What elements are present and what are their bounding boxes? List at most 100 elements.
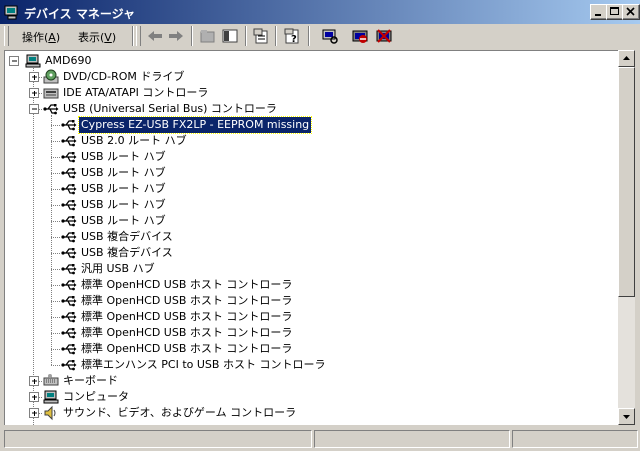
usb-icon [61,136,77,147]
usb-icon [61,248,77,259]
toolbar-grip[interactable] [4,26,9,46]
collapse-toggle[interactable] [9,56,19,66]
usb-icon [61,120,77,131]
uninstall-device-icon[interactable] [374,27,394,45]
toolbar-separator [275,26,277,46]
tree-guide-line [51,237,60,238]
tree-category[interactable]: キーボード [5,373,605,389]
tree-device[interactable]: USB ルート ハブ [5,197,605,213]
expand-toggle[interactable] [29,88,39,98]
tree-device[interactable]: 標準 OpenHCD USB ホスト コントローラ [5,277,605,293]
tree-guide-line [51,157,60,158]
tree-device[interactable]: 標準 OpenHCD USB ホスト コントローラ [5,325,605,341]
expand-toggle[interactable] [29,408,39,418]
usb-icon [61,344,77,355]
tree-guide-line [51,269,60,270]
usb-icon [61,216,77,227]
tree-root-computer[interactable]: AMD690 [5,53,605,69]
vertical-scrollbar[interactable] [618,50,635,425]
tree-device[interactable]: USB ルート ハブ [5,165,605,181]
toolbar-separator [245,26,247,46]
toolbar-separator [308,26,310,46]
tree-device[interactable]: Cypress EZ-USB FX2LP - EEPROM missing [5,116,605,134]
maximize-icon [610,7,619,15]
tree-device[interactable]: USB 複合デバイス [5,245,605,261]
status-pane-middle [314,430,510,448]
help-icon[interactable]: ? [282,27,302,45]
scroll-up-button[interactable] [618,50,635,67]
tree-node-label: Cypress EZ-USB FX2LP - EEPROM missing [77,116,313,134]
expand-toggle[interactable] [29,376,39,386]
tree-node-label: USB 2.0 ルート ハブ [81,134,187,147]
expand-toggle[interactable] [29,392,39,402]
tree-node-label: サウンド、ビデオ、およびゲーム コントローラ [63,406,297,419]
tree-node-label: 標準 OpenHCD USB ホスト コントローラ [81,342,293,355]
tree-node-label: 汎用 USB ハブ [81,262,155,275]
tree-device[interactable]: 標準 OpenHCD USB ホスト コントローラ [5,341,605,357]
menu-view[interactable]: 表示(V) [78,29,116,45]
close-icon [626,7,635,16]
tree-node-label: AMD690 [45,54,92,67]
toolbar-grip[interactable] [136,26,141,46]
tree-node-label: USB ルート ハブ [81,182,166,195]
usb-icon [61,264,77,275]
tree-device[interactable]: USB 2.0 ルート ハブ [5,133,605,149]
properties-icon[interactable] [251,27,271,45]
show-hide-tree-icon[interactable] [220,27,240,45]
tree-device[interactable]: USB ルート ハブ [5,181,605,197]
minimize-icon [595,14,601,16]
plus-icon [32,395,37,400]
tree-guide-line [51,301,60,302]
back-arrow-icon[interactable] [145,27,165,45]
scan-hardware-icon[interactable] [320,27,340,45]
tree-guide-line [51,349,60,350]
tree-category[interactable]: サウンド、ビデオ、およびゲーム コントローラ [5,405,605,421]
tree-node-label: USB ルート ハブ [81,198,166,211]
tree-category[interactable]: DVD/CD-ROM ドライブ [5,69,605,85]
tree-node-label: USB (Universal Serial Bus) コントローラ [63,102,277,115]
tree-guide-line [51,189,60,190]
tree-device[interactable]: USB ルート ハブ [5,213,605,229]
usb-icon [61,296,77,307]
device-manager-icon [4,5,18,20]
tree-device[interactable]: USB 複合デバイス [5,229,605,245]
tree-device[interactable]: 標準エンハンス PCI to USB ホスト コントローラ [5,357,605,373]
menu-action[interactable]: 操作(A) [22,29,60,45]
menu-view-suffix: ) [111,31,117,44]
tree-node-label: USB ルート ハブ [81,150,166,163]
menu-action-label: 操作( [22,31,49,44]
up-folder-icon[interactable] [198,27,218,45]
toolbar: 操作(A) 表示(V) ? [0,24,640,49]
tree-node-label: USB ルート ハブ [81,214,166,227]
usb-icon [61,232,77,243]
menu-view-key: V [104,31,112,44]
svg-text:?: ? [291,34,297,45]
tree-category[interactable]: IDE ATA/ATAPI コントローラ [5,85,605,101]
tree-node-label: キーボード [63,374,118,387]
toolbar-separator [191,26,193,46]
expand-toggle[interactable] [29,72,39,82]
minus-icon [32,108,37,110]
scroll-thumb[interactable] [618,67,635,297]
usb-icon [61,360,77,371]
tree-device[interactable]: 標準 OpenHCD USB ホスト コントローラ [5,309,605,325]
plus-icon [32,91,37,96]
toolbar-separator [132,26,134,46]
plus-icon [32,75,37,80]
tree-device[interactable]: USB ルート ハブ [5,149,605,165]
tree-device[interactable]: 汎用 USB ハブ [5,261,605,277]
forward-arrow-icon[interactable] [166,27,186,45]
tree-guide-line [51,125,60,126]
tree-device[interactable]: 標準 OpenHCD USB ホスト コントローラ [5,293,605,309]
disable-device-icon[interactable] [350,27,370,45]
tree-category[interactable]: USB (Universal Serial Bus) コントローラ [5,101,605,117]
usb-icon [43,104,59,115]
device-tree[interactable]: AMD690 DVD/CD-ROM ドライブ IDE ATA/ATAPI コントロー… [4,50,619,425]
tree-category[interactable]: コンピュータ [5,389,605,405]
close-button[interactable] [622,4,640,20]
status-pane-right [512,430,638,448]
tree-guide-line [51,333,60,334]
title-bar[interactable]: デバイス マネージャ [0,0,640,24]
collapse-toggle[interactable] [29,104,39,114]
scroll-down-button[interactable] [618,408,635,425]
